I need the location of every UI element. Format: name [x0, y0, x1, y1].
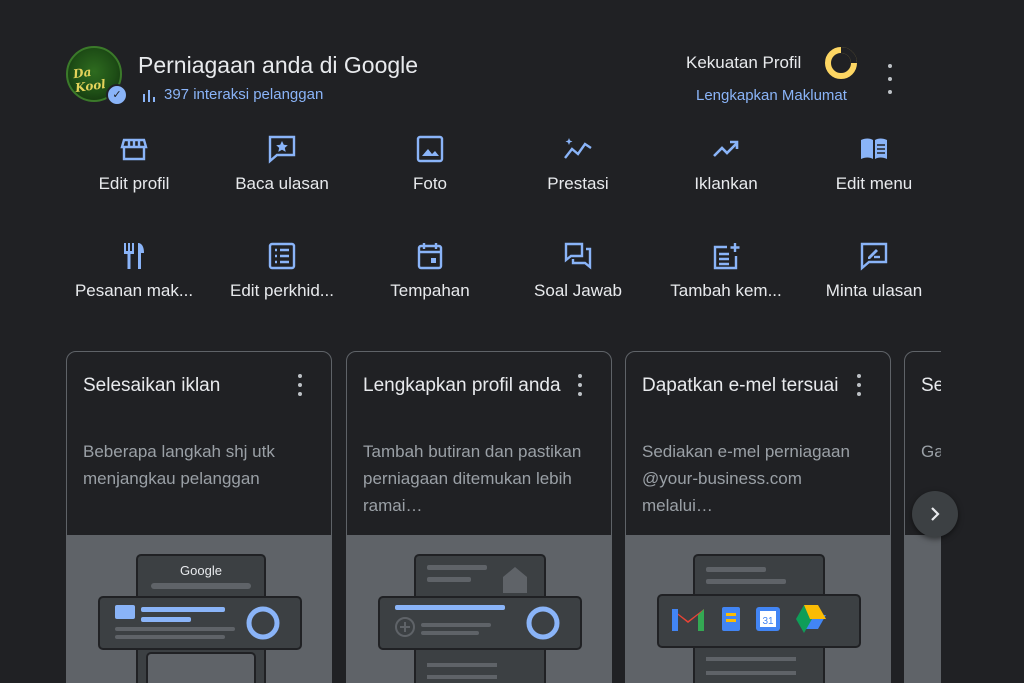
bar-chart-icon [143, 89, 155, 102]
photos-button[interactable]: Foto [356, 134, 504, 241]
star-review-icon [268, 135, 296, 164]
card-title: Dapatkan e-mel tersuai [642, 375, 839, 396]
add-update-button[interactable]: Tambah kem... [652, 241, 800, 348]
performance-button[interactable]: Prestasi [504, 134, 652, 241]
edit-menu-button[interactable]: Edit menu [800, 134, 948, 241]
action-row-1: Edit profil Baca ulasan Foto Prestasi Ik… [60, 134, 948, 241]
chevron-right-icon [931, 507, 940, 521]
calendar-app-icon: 31 [756, 607, 780, 631]
card-description: Beberapa langkah shj utk menjangkau pela… [83, 442, 275, 488]
action-grid: Edit profil Baca ulasan Foto Prestasi Ik… [60, 134, 948, 348]
card-illustration [905, 535, 941, 683]
card-illustration [347, 535, 611, 683]
card-title: Selesaikan iklan [83, 375, 221, 396]
forum-icon [564, 242, 592, 270]
card-finish-ad[interactable]: Selesaikan iklan Beberapa langkah shj ut… [66, 351, 332, 683]
profile-strength-ring-icon [825, 47, 857, 79]
card-description: Sediakan e-mel perniagaan @your-business… [642, 442, 850, 515]
more-options-icon[interactable] [881, 64, 899, 94]
card-description: Tambah butiran dan pastikan perniagaan d… [363, 442, 582, 515]
interactions-link[interactable]: 397 interaksi pelanggan [142, 86, 323, 103]
bookings-button[interactable]: Tempahan [356, 241, 504, 348]
page-title: Perniagaan anda di Google [138, 52, 419, 78]
card-more-icon[interactable] [854, 374, 864, 396]
card-custom-email[interactable]: Dapatkan e-mel tersuai Sediakan e-mel pe… [625, 351, 891, 683]
list-icon [268, 242, 296, 270]
card-illustration: 31 [626, 535, 890, 683]
post-add-icon [713, 243, 740, 270]
advertise-button[interactable]: Iklankan [652, 134, 800, 241]
action-row-2: Pesanan mak... Edit perkhid... Tempahan … [60, 241, 948, 348]
edit-services-button[interactable]: Edit perkhid... [208, 241, 356, 348]
profile-header: Da Kool ✓ Perniagaan anda di Google 397 … [66, 46, 906, 106]
restaurant-icon [124, 243, 144, 269]
card-title: Lengkapkan profil anda [363, 375, 561, 396]
trending-up-icon [713, 140, 739, 157]
card-illustration: Google [67, 535, 331, 683]
edit-profile-button[interactable]: Edit profil [60, 134, 208, 241]
food-orders-button[interactable]: Pesanan mak... [60, 241, 208, 348]
interactions-label: 397 interaksi pelanggan [164, 86, 324, 103]
card-complete-profile[interactable]: Lengkapkan profil anda Tambah butiran da… [346, 351, 612, 683]
card-title: Se te [921, 375, 941, 396]
complete-info-link[interactable]: Lengkapkan Maklumat [696, 87, 847, 104]
rate-review-icon [860, 242, 888, 271]
menu-book-icon [861, 138, 887, 159]
calendar-icon [417, 243, 443, 270]
next-cards-button[interactable] [912, 491, 958, 537]
qa-button[interactable]: Soal Jawab [504, 241, 652, 348]
card-description: Ga me [921, 442, 941, 461]
photo-icon [416, 135, 444, 163]
docs-icon [722, 607, 740, 631]
card-more-icon[interactable] [295, 374, 305, 396]
sparkline-icon [564, 138, 592, 159]
verified-icon: ✓ [106, 84, 128, 106]
suggestion-cards: Selesaikan iklan Beberapa langkah shj ut… [66, 351, 941, 683]
read-reviews-button[interactable]: Baca ulasan [208, 134, 356, 241]
store-icon [120, 138, 148, 161]
card-more-icon[interactable] [575, 374, 585, 396]
svg-text:31: 31 [762, 616, 774, 627]
svg-text:Google: Google [180, 563, 222, 578]
profile-strength-label: Kekuatan Profil [686, 53, 802, 72]
request-reviews-button[interactable]: Minta ulasan [800, 241, 948, 348]
